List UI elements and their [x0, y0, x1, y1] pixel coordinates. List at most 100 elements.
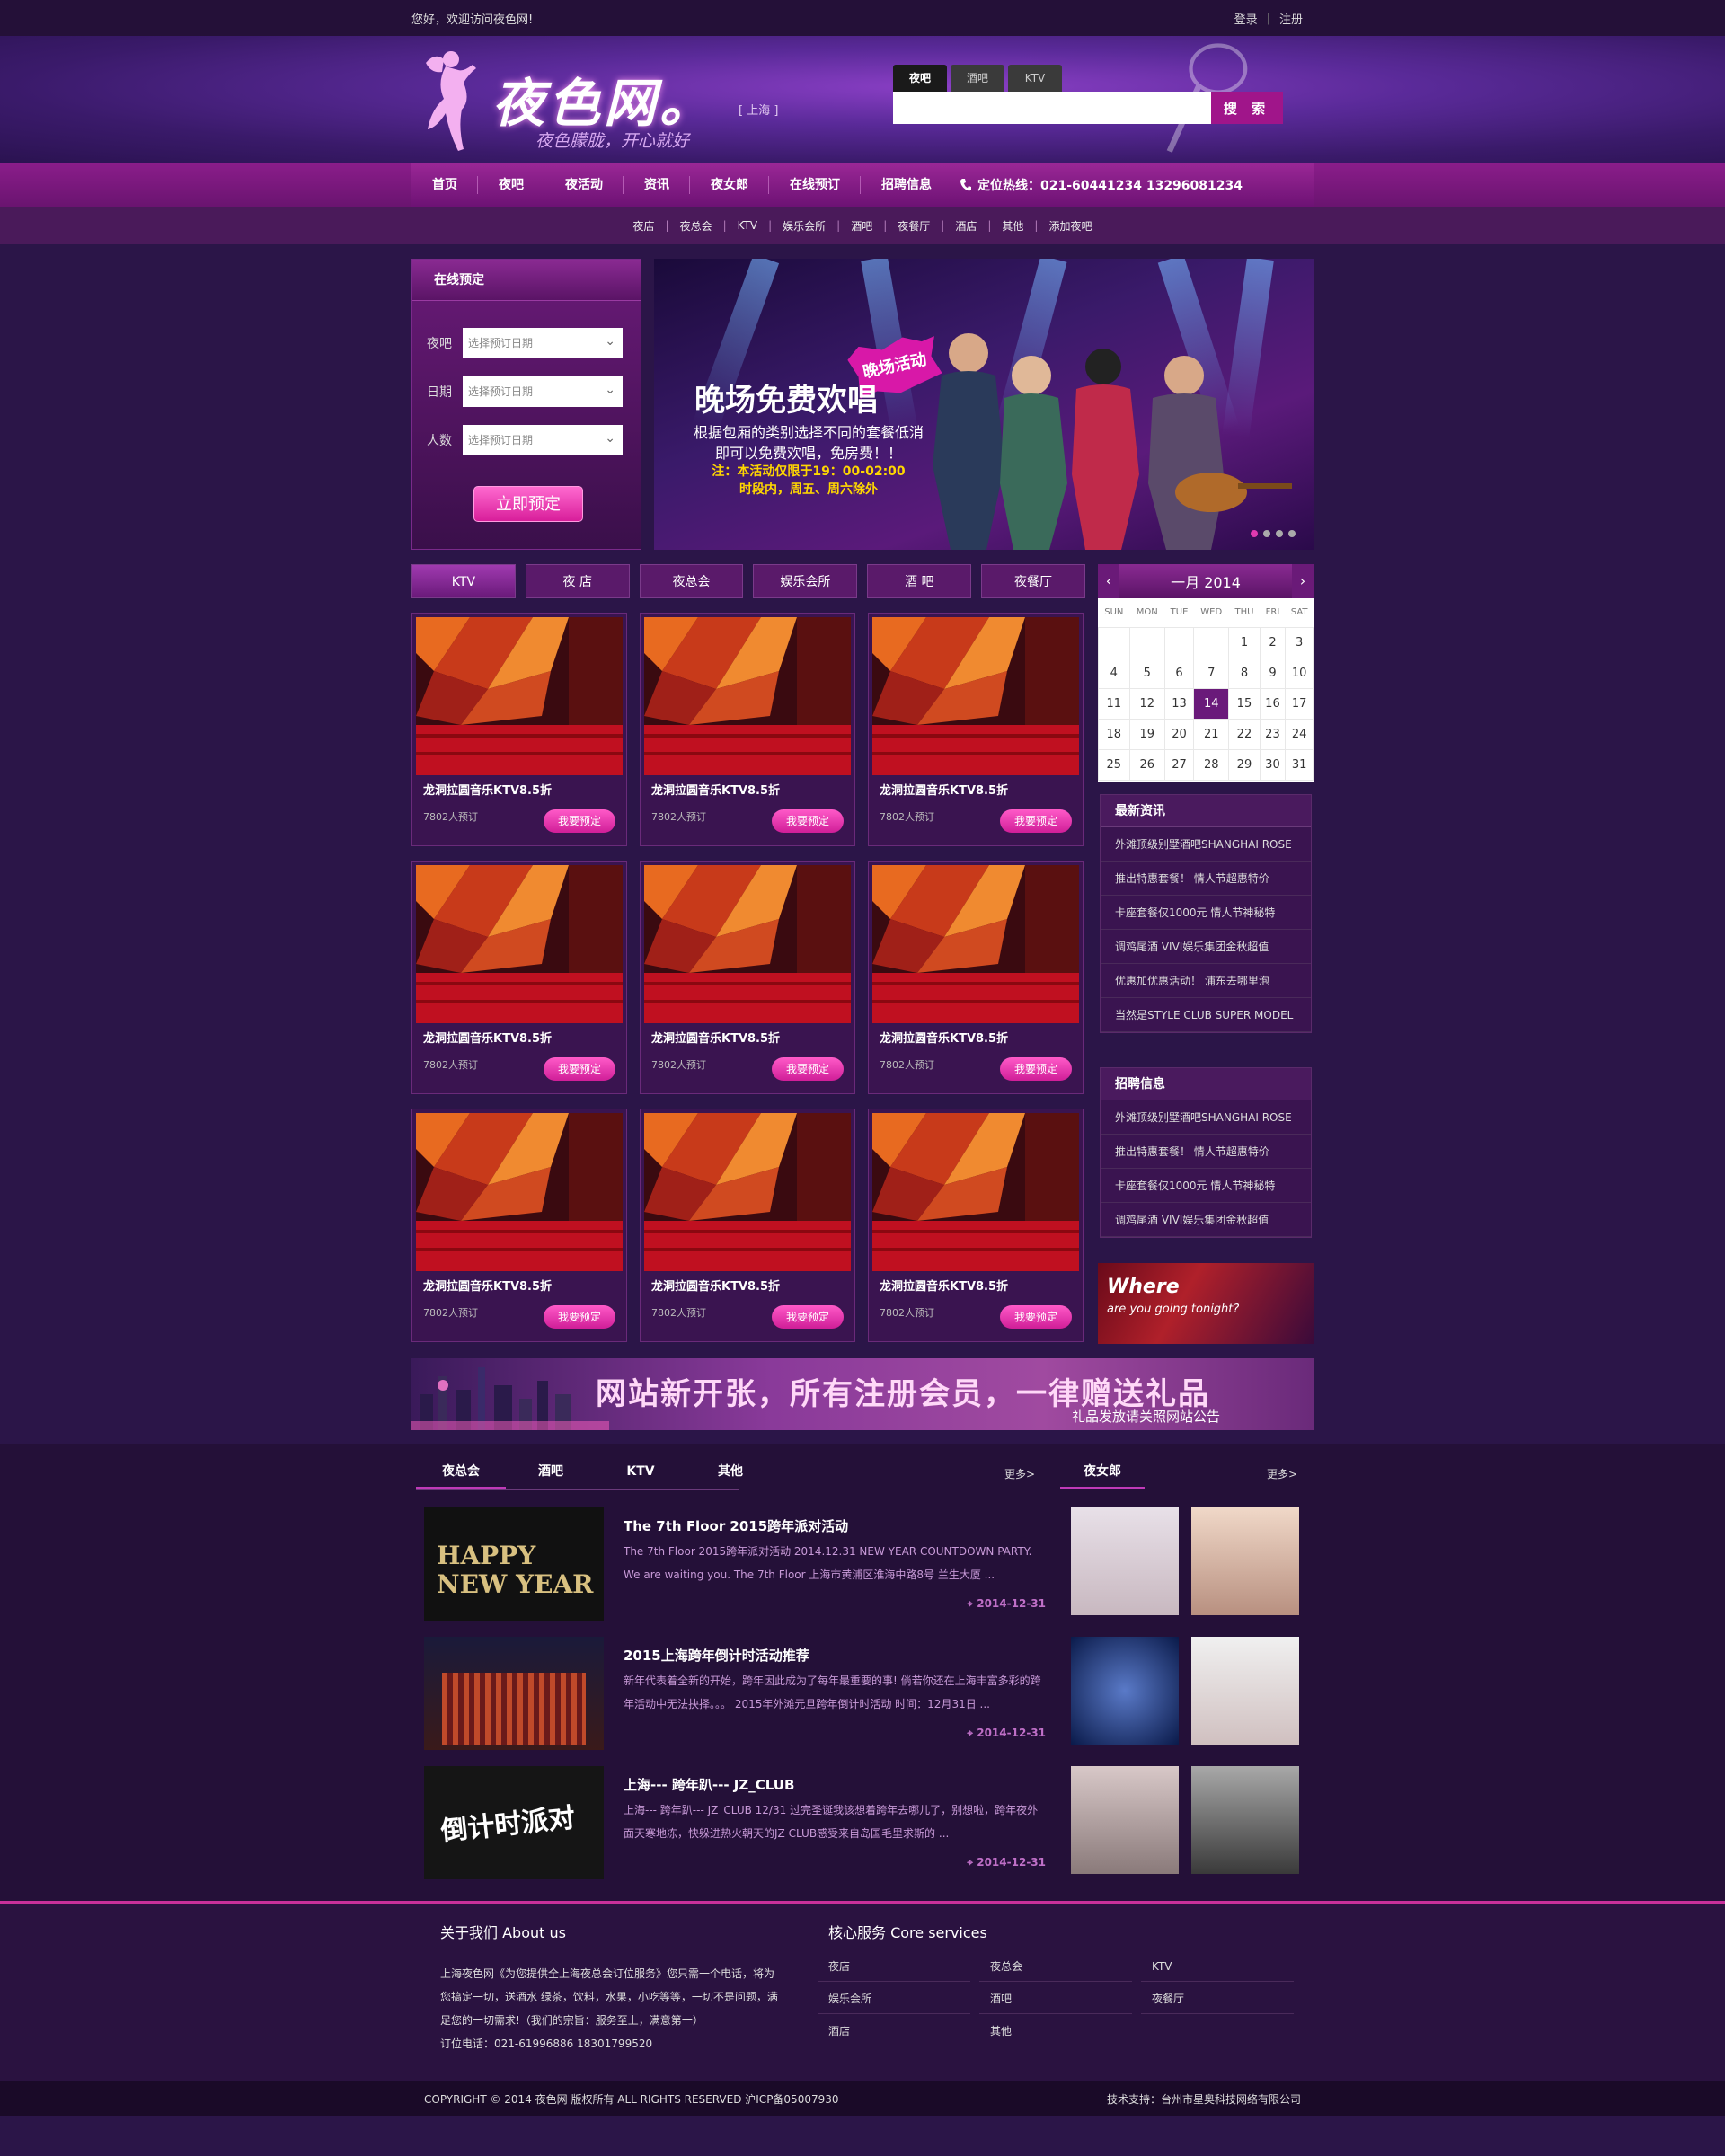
carousel-dot[interactable] — [1276, 530, 1283, 537]
job-link[interactable]: 推出特惠套餐！ 情人节超惠特价 — [1101, 1135, 1311, 1169]
venue-card[interactable]: 龙洞拉圆音乐KTV8.5折 7802人预订 我要预定 — [640, 1109, 855, 1342]
calendar-day[interactable]: 8 — [1228, 657, 1261, 689]
subnav-hotel[interactable]: 酒店 — [944, 218, 987, 234]
venue-card[interactable]: 龙洞拉圆音乐KTV8.5折 7802人预订 我要预定 — [411, 861, 627, 1094]
subnav-other[interactable]: 其他 — [991, 218, 1034, 234]
news-link[interactable]: 外滩顶级别墅酒吧SHANGHAI ROSE — [1101, 827, 1311, 862]
calendar-day[interactable]: 24 — [1285, 718, 1314, 750]
nav-girls[interactable]: 夜女郎 — [690, 163, 769, 207]
news-more-link[interactable]: 更多> — [1004, 1466, 1035, 1481]
side-ad[interactable]: Where are you going tonight? — [1098, 1263, 1314, 1344]
news-tab-nightclub[interactable]: 夜总会 — [416, 1454, 506, 1489]
calendar-day[interactable]: 13 — [1163, 687, 1195, 720]
tab-ktv[interactable]: KTV — [411, 564, 516, 598]
book-venue-button[interactable]: 我要预定 — [772, 1305, 844, 1329]
news-tab-other[interactable]: 其他 — [686, 1454, 775, 1489]
tab-bar[interactable]: 酒 吧 — [867, 564, 972, 598]
nav-news[interactable]: 资讯 — [624, 163, 690, 207]
book-venue-button[interactable]: 我要预定 — [1000, 1305, 1072, 1329]
news-item[interactable]: 倒计时派对 上海--- 跨年趴--- JZ_CLUB 上海--- 跨年趴--- … — [424, 1766, 1053, 1879]
city-selector[interactable]: [ 上海 ] — [739, 101, 778, 118]
calendar-day[interactable]: 14 — [1193, 687, 1230, 720]
book-venue-button[interactable]: 我要预定 — [544, 1057, 615, 1081]
booking-bar-select[interactable]: 选择预订日期 — [463, 326, 623, 358]
book-now-button[interactable]: 立即预定 — [473, 486, 583, 522]
calendar-day[interactable]: 3 — [1285, 626, 1314, 658]
venue-card[interactable]: 龙洞拉圆音乐KTV8.5折 7802人预订 我要预定 — [640, 861, 855, 1094]
subnav-club[interactable]: 夜店 — [623, 218, 666, 234]
calendar-day[interactable]: 1 — [1228, 626, 1261, 658]
nav-booking[interactable]: 在线预订 — [769, 163, 861, 207]
carousel-dot[interactable] — [1288, 530, 1296, 537]
news-link[interactable]: 优惠加优惠活动！ 浦东去哪里泡 — [1101, 964, 1311, 998]
calendar-day[interactable]: 19 — [1128, 718, 1165, 750]
news-tab-bar[interactable]: 酒吧 — [506, 1454, 596, 1489]
book-venue-button[interactable]: 我要预定 — [544, 809, 615, 833]
service-link[interactable]: 夜总会 — [979, 1951, 1132, 1982]
search-button[interactable]: 搜 索 — [1211, 92, 1283, 124]
calendar-day[interactable]: 9 — [1259, 657, 1287, 689]
news-link[interactable]: 当然是STYLE CLUB SUPER MODEL — [1101, 998, 1311, 1032]
news-link[interactable]: 调鸡尾酒 VIVI娱乐集团金秋超值 — [1101, 930, 1311, 964]
calendar-day[interactable]: 15 — [1228, 687, 1261, 720]
book-venue-button[interactable]: 我要预定 — [1000, 809, 1072, 833]
calendar-day[interactable]: 21 — [1193, 718, 1230, 750]
search-input[interactable] — [893, 92, 1211, 124]
girls-more-link[interactable]: 更多> — [1267, 1466, 1297, 1481]
news-item[interactable]: HAPPY NEW YEAR The 7th Floor 2015跨年派对活动 … — [424, 1507, 1053, 1621]
girls-tab[interactable]: 夜女郎 — [1060, 1454, 1145, 1489]
venue-card[interactable]: 龙洞拉圆音乐KTV8.5折 7802人预订 我要预定 — [868, 1109, 1084, 1342]
register-link[interactable]: 注册 — [1279, 10, 1303, 27]
subnav-add-bar[interactable]: 添加夜吧 — [1038, 218, 1102, 234]
girl-photo[interactable] — [1191, 1637, 1299, 1745]
job-link[interactable]: 调鸡尾酒 VIVI娱乐集团金秋超值 — [1101, 1203, 1311, 1237]
subnav-ktv[interactable]: KTV — [727, 219, 768, 232]
tab-restaurant[interactable]: 夜餐厅 — [981, 564, 1085, 598]
calendar-day[interactable]: 7 — [1193, 657, 1230, 689]
girl-photo[interactable] — [1071, 1507, 1179, 1615]
calendar-day[interactable]: 28 — [1193, 748, 1230, 781]
calendar-day[interactable]: 18 — [1098, 718, 1130, 750]
tab-club[interactable]: 夜 店 — [525, 564, 630, 598]
news-link[interactable]: 卡座套餐仅1000元 情人节神秘特 — [1101, 896, 1311, 930]
calendar-day[interactable]: 20 — [1163, 718, 1195, 750]
calendar-day[interactable]: 10 — [1285, 657, 1314, 689]
calendar-day[interactable]: 17 — [1285, 687, 1314, 720]
girl-photo[interactable] — [1191, 1507, 1299, 1615]
book-venue-button[interactable]: 我要预定 — [544, 1305, 615, 1329]
venue-card[interactable]: 龙洞拉圆音乐KTV8.5折 7802人预订 我要预定 — [411, 1109, 627, 1342]
calendar-next-button[interactable]: › — [1291, 564, 1314, 598]
news-link[interactable]: 推出特惠套餐！ 情人节超惠特价 — [1101, 862, 1311, 896]
job-link[interactable]: 外滩顶级别墅酒吧SHANGHAI ROSE — [1101, 1100, 1311, 1135]
calendar-day[interactable]: 2 — [1259, 626, 1287, 658]
calendar-day[interactable]: 26 — [1128, 748, 1165, 781]
service-link[interactable]: 夜餐厅 — [1141, 1984, 1294, 2014]
subnav-restaurant[interactable]: 夜餐厅 — [887, 218, 941, 234]
venue-card[interactable]: 龙洞拉圆音乐KTV8.5折 7802人预订 我要预定 — [868, 861, 1084, 1094]
nav-home[interactable]: 首页 — [411, 163, 478, 207]
book-venue-button[interactable]: 我要预定 — [772, 809, 844, 833]
venue-card[interactable]: 龙洞拉圆音乐KTV8.5折 7802人预订 我要预定 — [868, 613, 1084, 846]
service-link[interactable]: 夜店 — [818, 1951, 970, 1982]
search-tab-pub[interactable]: 酒吧 — [951, 65, 1004, 92]
search-tab-bar[interactable]: 夜吧 — [893, 65, 947, 92]
subnav-bar[interactable]: 酒吧 — [840, 218, 883, 234]
calendar-day[interactable]: 6 — [1163, 657, 1195, 689]
calendar-day[interactable]: 4 — [1098, 657, 1130, 689]
venue-card[interactable]: 龙洞拉圆音乐KTV8.5折 7802人预订 我要预定 — [411, 613, 627, 846]
nav-events[interactable]: 夜活动 — [544, 163, 624, 207]
calendar-day[interactable]: 12 — [1128, 687, 1165, 720]
subnav-nightclub[interactable]: 夜总会 — [669, 218, 723, 234]
service-link[interactable]: 酒店 — [818, 2016, 970, 2046]
calendar-day[interactable]: 27 — [1163, 748, 1195, 781]
carousel-dot[interactable] — [1251, 530, 1258, 537]
book-venue-button[interactable]: 我要预定 — [1000, 1057, 1072, 1081]
girl-photo[interactable] — [1071, 1637, 1179, 1745]
girl-photo[interactable] — [1191, 1766, 1299, 1874]
subnav-entertainment[interactable]: 娱乐会所 — [772, 218, 836, 234]
news-tab-ktv[interactable]: KTV — [596, 1454, 686, 1489]
calendar-day[interactable]: 22 — [1228, 718, 1261, 750]
calendar-day[interactable]: 29 — [1228, 748, 1261, 781]
search-tab-ktv[interactable]: KTV — [1008, 65, 1062, 92]
calendar-day[interactable]: 30 — [1259, 748, 1287, 781]
